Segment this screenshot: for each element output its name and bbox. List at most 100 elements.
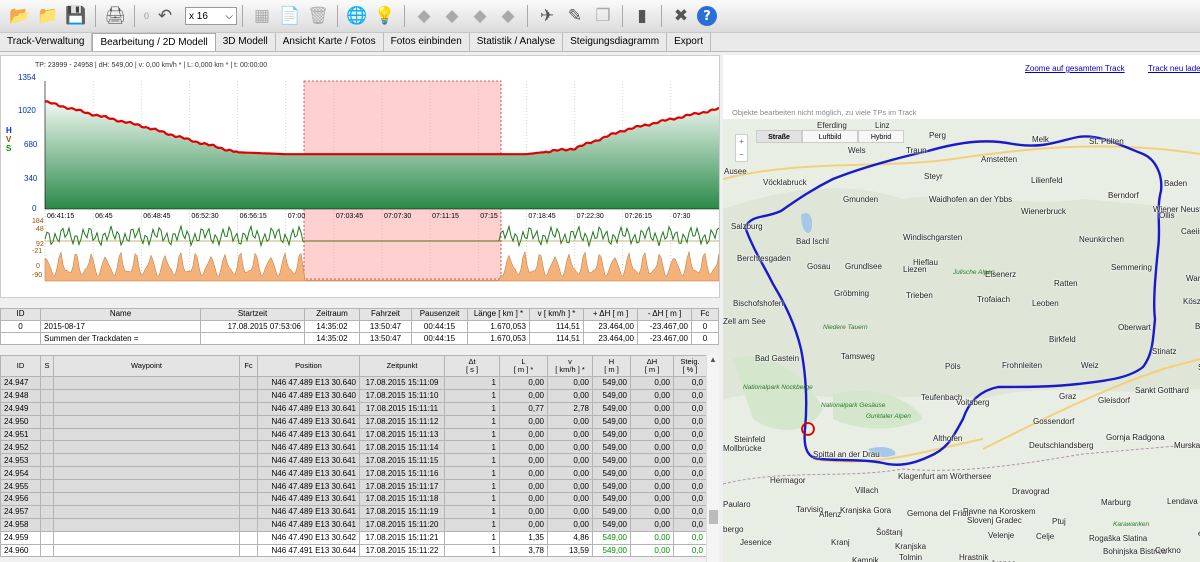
tag-icon[interactable]: ◆ — [440, 4, 464, 28]
zoom-to-track-link[interactable]: Zoome auf gesamtem Track — [1025, 64, 1125, 73]
waypoint-vertical-scrollbar[interactable]: ▲ — [706, 355, 719, 562]
tools-icon[interactable]: ✖ — [669, 4, 693, 28]
folder-open-icon[interactable]: 📂 — [8, 4, 32, 28]
folder-icon[interactable]: 📁 — [36, 4, 60, 28]
waypoint-cell — [40, 543, 54, 558]
summary-col-header[interactable]: + ΔH [ m ] — [583, 308, 638, 321]
map-mode-road[interactable]: Straße — [756, 130, 802, 143]
table-row[interactable]: 24.957 N46 47.489 E13 30.641 17.08.2015 15… — [0, 504, 707, 519]
map-label: Leoben — [1032, 299, 1059, 308]
table-row[interactable]: 24.952 N46 47.489 E13 30.641 17.08.2015 15… — [0, 440, 707, 455]
waypoint-cell: 0,00 — [499, 427, 548, 442]
tab-track-verwaltung[interactable]: Track-Verwaltung — [0, 33, 93, 51]
summary-col-header[interactable]: v [ km/h ] * — [529, 308, 584, 321]
tab-export[interactable]: Export — [667, 33, 711, 51]
summary-row[interactable]: 0 2015-08-17 17.08.2015 07:53:06 14:35:02 13… — [0, 319, 719, 333]
filter-icon[interactable]: ✈ — [535, 4, 559, 28]
summary-row[interactable]: Summen der Trackdaten = 14:35:02 13:50:47 0… — [0, 331, 719, 345]
tag-icon[interactable]: ◆ — [496, 4, 520, 28]
map-label: Kranjska Gora — [840, 506, 892, 515]
zoom-out-icon[interactable]: − — [736, 148, 747, 161]
help-icon[interactable]: ? — [697, 6, 718, 26]
map-zoom-control[interactable]: + − — [735, 134, 748, 162]
waypoint-col-header[interactable]: Δt [ s ] — [444, 355, 500, 377]
table-row[interactable]: 24.948 N46 47.489 E13 30.640 17.08.2015 15… — [0, 388, 707, 403]
map-label: Berchtesgaden — [737, 254, 791, 263]
tab-statistik[interactable]: Statistik / Analyse — [470, 33, 564, 51]
map-label: Gornja Radgona — [1106, 433, 1165, 442]
waypoint-col-header[interactable]: S — [40, 355, 54, 377]
edit-doc-icon[interactable]: 📄 — [278, 4, 302, 28]
summary-col-header[interactable]: - ΔH [ m ] — [637, 308, 692, 321]
summary-col-header[interactable]: Fc — [691, 308, 719, 321]
waypoint-col-header[interactable]: v [ km/h ] * — [547, 355, 593, 377]
elevation-chart[interactable]: 06:41:15 06:45 06:48:45 06:52:30 06:56:15 07:… — [1, 56, 720, 286]
table-row[interactable]: 24.953 N46 47.489 E13 30.641 17.08.2015 15… — [0, 453, 707, 468]
calculator-icon[interactable]: ▦ — [250, 4, 274, 28]
reload-track-link[interactable]: Track neu lade — [1148, 64, 1200, 73]
table-row[interactable]: 24.958 N46 47.489 E13 30.641 17.08.2015 15… — [0, 517, 707, 532]
x-tick-label: 07:18:45 — [528, 213, 555, 220]
zoom-select[interactable]: x 16 ⌵ — [185, 7, 238, 25]
table-row[interactable]: 24.950 N46 47.489 E13 30.641 17.08.2015 15… — [0, 414, 707, 429]
tab-bearbeitung[interactable]: Bearbeitung / 2D Modell — [92, 33, 216, 51]
tag-icon[interactable]: ◆ — [468, 4, 492, 28]
copy-icon[interactable]: ❐ — [591, 4, 615, 28]
x-tick-label: 07:22:30 — [577, 213, 604, 220]
table-row[interactable]: 24.960 N46 47.491 E13 30.644 17.08.2015 15… — [0, 543, 707, 558]
statistics-icon[interactable]: ▮ — [630, 4, 654, 28]
table-row[interactable]: 24.949 N46 47.489 E13 30.641 17.08.2015 15… — [0, 401, 707, 416]
summary-col-header[interactable]: Zeitraum — [304, 308, 360, 321]
globe-icon[interactable]: 🌐 — [345, 4, 369, 28]
table-row[interactable]: 24.951 N46 47.489 E13 30.641 17.08.2015 15… — [0, 427, 707, 442]
waypoint-col-header[interactable]: L [ m ] * — [499, 355, 548, 377]
waypoint-col-header[interactable]: ΔH [ m ] — [630, 355, 674, 377]
tab-steigungsdiagramm[interactable]: Steigungsdiagramm — [563, 33, 668, 51]
toolbar-separator — [404, 5, 406, 27]
scroll-up-icon[interactable]: ▲ — [709, 355, 717, 364]
tag-icon[interactable]: ◆ — [412, 4, 436, 28]
summary-col-header[interactable]: Name — [40, 308, 201, 321]
map-label: Pöls — [945, 362, 961, 371]
table-row[interactable]: 24.954 N46 47.489 E13 30.641 17.08.2015 15… — [0, 466, 707, 481]
map-view[interactable]: Straße Luftbild Hybrid + − Eferding Linz Pe… — [723, 119, 1200, 562]
summary-col-header[interactable]: Startzeit — [200, 308, 305, 321]
lightbulb-icon[interactable]: 💡 — [373, 4, 397, 28]
waypoint-col-header[interactable]: H [ m ] — [592, 355, 631, 377]
waypoint-cell: 17.08.2015 15:11:14 — [359, 440, 445, 455]
waypoint-cell: 24.953 — [0, 453, 41, 468]
waypoint-cell: N46 47.489 E13 30.641 — [257, 492, 360, 506]
waypoint-cell — [53, 401, 240, 416]
table-row[interactable]: 24.955 N46 47.489 E13 30.641 17.08.2015 15… — [0, 479, 707, 494]
brush-icon[interactable]: ✎ — [563, 4, 587, 28]
map-mode-hybrid[interactable]: Hybrid — [858, 130, 904, 143]
waypoint-col-header[interactable]: Zeitpunkt — [359, 355, 445, 377]
table-row[interactable]: 24.959 N46 47.490 E13 30.642 17.08.2015 15… — [0, 530, 707, 545]
table-row[interactable]: 24.947 N46 47.489 E13 30.640 17.08.2015 15… — [0, 376, 707, 390]
save-icon[interactable]: 💾 — [64, 4, 88, 28]
summary-col-header[interactable]: Pausenzeit — [411, 308, 468, 321]
waypoint-col-header[interactable]: ID — [0, 355, 41, 377]
waypoint-col-header[interactable]: Position — [257, 355, 360, 377]
table-row[interactable]: 24.956 N46 47.489 E13 30.641 17.08.2015 15… — [0, 492, 707, 506]
map-mode-aerial[interactable]: Luftbild — [802, 130, 858, 143]
gps-device-icon[interactable]: 🖨 — [103, 4, 127, 28]
waypoint-cell — [239, 376, 258, 390]
summary-col-header[interactable]: ID — [0, 308, 41, 321]
delete-icon[interactable]: 🗑 — [306, 4, 330, 28]
elevation-chart-panel[interactable]: TP: 23999 - 24958 | dH: 549,00 | v: 0,00… — [0, 55, 720, 298]
tab-fotos-einbinden[interactable]: Fotos einbinden — [384, 33, 470, 51]
map-label: Eferding — [817, 121, 847, 130]
waypoint-col-header[interactable]: Steig. [ % ] — [673, 355, 707, 377]
waypoint-cell — [40, 517, 54, 532]
tab-3d-modell[interactable]: 3D Modell — [216, 33, 276, 51]
waypoint-col-header[interactable]: Waypoint — [53, 355, 240, 377]
undo-icon[interactable]: ↶ — [153, 4, 177, 28]
summary-col-header[interactable]: Fahrzeit — [359, 308, 412, 321]
zoom-in-icon[interactable]: + — [736, 135, 747, 148]
scrollbar-thumb[interactable] — [709, 510, 718, 524]
summary-col-header[interactable]: Länge [ km ] * — [467, 308, 530, 321]
summary-cell: 13:50:47 — [359, 319, 412, 333]
waypoint-col-header[interactable]: Fc — [239, 355, 258, 377]
tab-ansicht-karte[interactable]: Ansicht Karte / Fotos — [276, 33, 384, 51]
